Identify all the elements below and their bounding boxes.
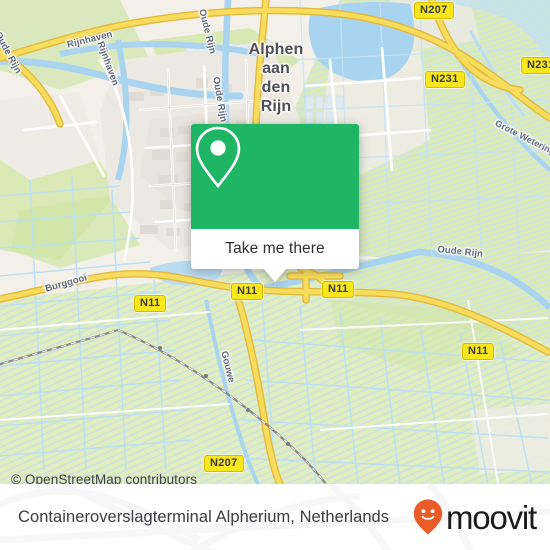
road-shield-n231[interactable]: N231 (521, 57, 550, 74)
popup-tail (263, 268, 287, 282)
road-shield-n11[interactable]: N11 (322, 281, 355, 298)
road-shield-n11[interactable]: N11 (134, 295, 167, 312)
popup-marker-area (191, 124, 359, 229)
map-screenshot: Alphen aan den Rijn Oude Rijn Oude Rijn … (0, 0, 550, 550)
moovit-logo[interactable]: moovit (413, 498, 537, 536)
map-canvas[interactable]: Alphen aan den Rijn Oude Rijn Oude Rijn … (0, 0, 550, 484)
take-me-there-label: Take me there (225, 240, 325, 257)
road-shield-n231[interactable]: N231 (425, 71, 465, 88)
moovit-wordmark: moovit (446, 498, 537, 536)
road-shield-n11[interactable]: N11 (231, 283, 264, 300)
moovit-pin-smiley-icon (413, 499, 443, 535)
map-pin-icon (195, 126, 241, 189)
road-shield-n207[interactable]: N207 (204, 455, 244, 472)
road-shield-n207[interactable]: N207 (414, 2, 454, 19)
osm-attribution[interactable]: © OpenStreetMap contributors (11, 472, 197, 484)
footer-bar: Containeroverslagterminal Alpherium, Net… (0, 484, 550, 550)
location-popup-card[interactable]: Take me there (191, 124, 359, 282)
road-shield-n11[interactable]: N11 (462, 343, 495, 360)
take-me-there-button[interactable]: Take me there (191, 229, 359, 269)
location-title: Containeroverslagterminal Alpherium, Net… (18, 507, 390, 526)
